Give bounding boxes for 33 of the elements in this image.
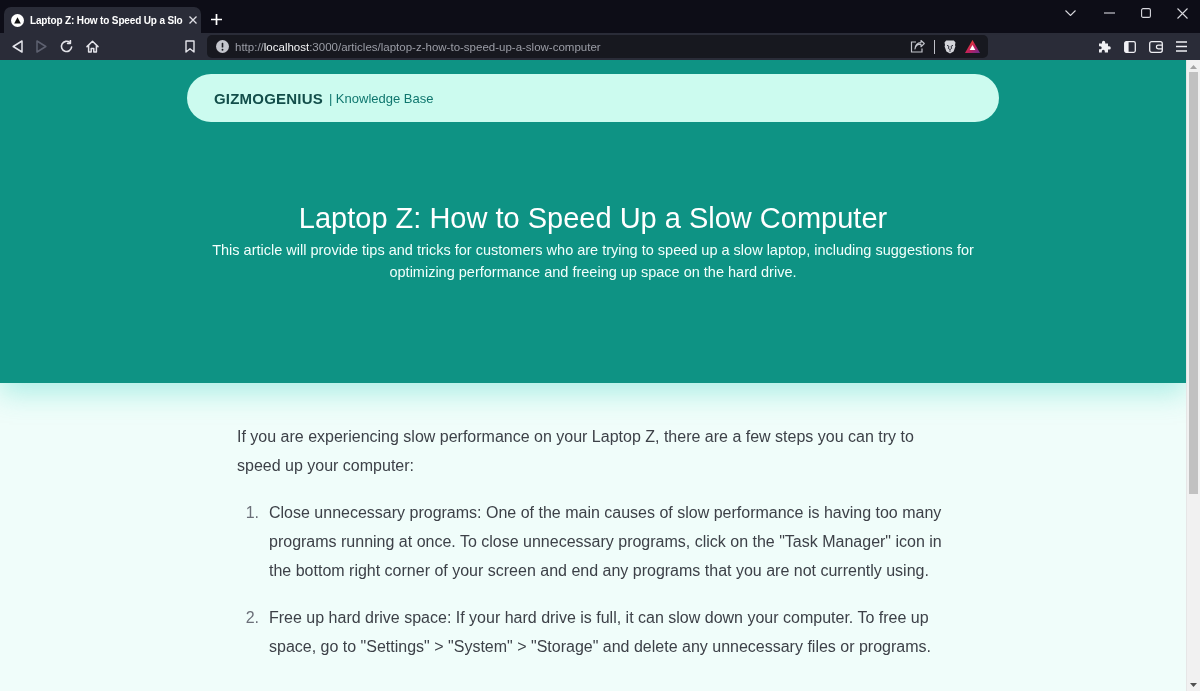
article-summary: This article will provide tips and tricks for customers who are trying to speed up a slow laptop, including suggestions for optimizing performance and freeing up space on the hard drive. bbox=[211, 241, 975, 282]
list-number: 1. bbox=[244, 503, 259, 523]
maximize-icon[interactable] bbox=[1141, 8, 1151, 18]
step-text: Close unnecessary programs: One of the main causes of slow performance is having too many programs running at once. To close unnecessary programs, click on the "Task Manager" icon in the bottom right corner of your screen and end any programs that you are not currently using. bbox=[269, 503, 943, 581]
intro-paragraph: If you are experiencing slow performance on your Laptop Z, there are a few steps you can try to speed up your computer: bbox=[237, 427, 915, 476]
reload-icon[interactable] bbox=[60, 40, 73, 53]
chevron-down-icon[interactable] bbox=[1065, 10, 1076, 16]
scrollbar-thumb[interactable] bbox=[1189, 72, 1198, 494]
article-title: Laptop Z: How to Speed Up a Slow Computer bbox=[298, 201, 888, 236]
back-icon[interactable] bbox=[12, 40, 23, 53]
close-icon[interactable] bbox=[1177, 7, 1188, 19]
bookmark-icon[interactable] bbox=[185, 40, 195, 53]
menu-icon[interactable] bbox=[1176, 41, 1187, 52]
url-text[interactable]: http://localhost:3000/articles/laptop-z-how-to-speed-up-a-slow-computer bbox=[235, 40, 601, 53]
info-icon[interactable] bbox=[216, 40, 229, 53]
sidebar-icon[interactable] bbox=[1124, 40, 1136, 53]
brand-name: GIZMOGENIUS bbox=[214, 89, 323, 107]
scrollbar[interactable] bbox=[1186, 60, 1200, 691]
close-icon[interactable] bbox=[188, 16, 197, 24]
step-text: Free up hard drive space: If your hard drive is full, it can slow down your computer. To free up space, go to "Settings" > "System" > "Storage" and delete any unnecessary files or programs. bbox=[269, 608, 932, 657]
home-icon[interactable] bbox=[86, 40, 99, 53]
browser-tab[interactable]: Laptop Z: How to Speed Up a Slo bbox=[4, 7, 201, 33]
section-label: | Knowledge Base bbox=[328, 90, 434, 106]
wallet-icon[interactable] bbox=[1149, 40, 1163, 53]
down-arrow-icon[interactable] bbox=[1190, 683, 1197, 687]
share-icon[interactable] bbox=[910, 40, 925, 53]
address-bar[interactable]: http://localhost:3000/articles/laptop-z-how-to-speed-up-a-slow-computer bbox=[207, 35, 988, 58]
puzzle-icon[interactable] bbox=[1098, 40, 1111, 53]
shield-icon[interactable] bbox=[944, 39, 956, 54]
favicon-icon bbox=[11, 13, 24, 27]
triangle-icon[interactable] bbox=[965, 40, 980, 53]
list-number: 2. bbox=[244, 608, 259, 628]
plus-icon[interactable] bbox=[211, 14, 222, 25]
